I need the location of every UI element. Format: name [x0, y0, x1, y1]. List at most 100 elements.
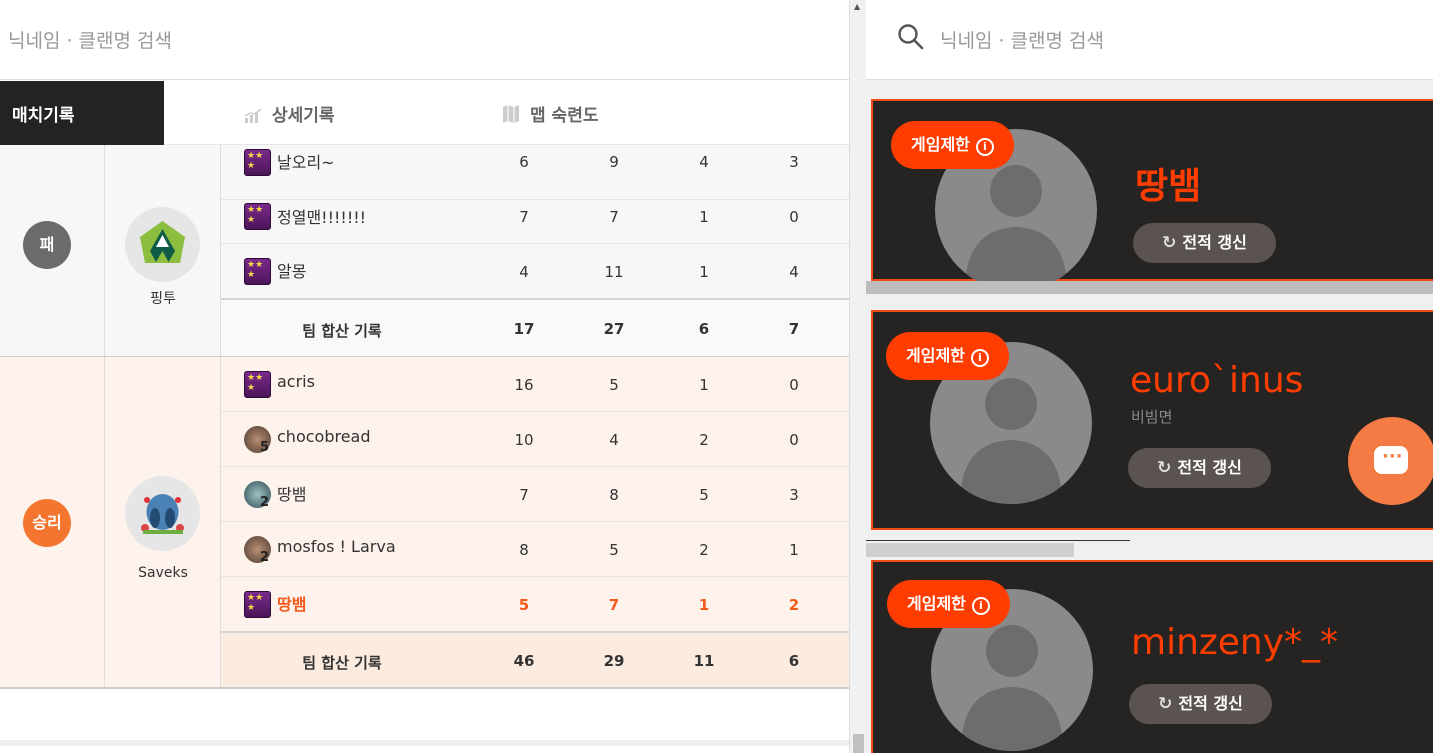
stat-extra: 0 — [789, 208, 799, 226]
player-name[interactable]: chocobread — [277, 427, 371, 446]
player-row-self[interactable]: 땅뱀 5 7 1 2 — [221, 577, 849, 632]
total-extra: 6 — [788, 652, 800, 670]
player-row[interactable]: 2 mosfos ! Larva 8 5 2 1 — [221, 522, 849, 577]
clan-emblem[interactable] — [125, 476, 200, 551]
stat-death: 7 — [608, 596, 620, 614]
purple-rank-icon — [244, 149, 271, 176]
stat-extra: 2 — [788, 596, 800, 614]
player-name[interactable]: 알몽 — [277, 258, 306, 282]
stat-kill: 8 — [519, 541, 529, 559]
scrollbar-thumb[interactable] — [866, 281, 1433, 294]
total-assist: 6 — [698, 320, 710, 338]
map-icon — [503, 105, 519, 123]
info-icon[interactable]: i — [971, 597, 990, 615]
info-icon[interactable]: i — [975, 138, 994, 156]
refresh-record-button[interactable]: ↻ 전적 갱신 — [1129, 684, 1272, 724]
tab-map-mastery[interactable]: 맵 숙련도 — [502, 81, 598, 145]
search-input[interactable]: 닉네임 · 클랜명 검색 — [8, 26, 172, 53]
stat-death: 5 — [609, 541, 619, 559]
search-input[interactable]: 닉네임 · 클랜명 검색 — [940, 26, 1104, 53]
stat-assist: 1 — [699, 376, 709, 394]
stat-kill: 4 — [519, 263, 529, 281]
horizontal-scrollbar[interactable] — [866, 543, 1433, 557]
stat-assist: 2 — [699, 541, 709, 559]
scroll-up-icon[interactable]: ▲ — [854, 2, 860, 11]
player-name[interactable]: 땅뱀 — [277, 591, 306, 615]
stat-assist: 5 — [699, 486, 709, 504]
stat-extra: 1 — [789, 541, 799, 559]
divider — [0, 740, 849, 746]
stat-kill: 5 — [518, 596, 530, 614]
player-name: 땅뱀 — [1135, 166, 1202, 207]
stat-assist: 1 — [699, 208, 709, 226]
teal-rank-icon: 2 — [244, 481, 271, 510]
refresh-label: 전적 갱신 — [1178, 694, 1243, 713]
stat-assist: 4 — [699, 153, 709, 171]
player-row[interactable]: 알몽 4 11 1 4 — [221, 244, 849, 299]
stat-extra: 3 — [789, 486, 799, 504]
player-card: 게임제한 i 땅뱀 ↻ 전적 갱신 — [871, 99, 1433, 291]
tab-bar: 매치기록 상세기록 맵 숙련도 — [0, 81, 849, 145]
search-bar[interactable]: 닉네임 · 클랜명 검색 — [866, 0, 1433, 80]
player-row[interactable]: acris 16 5 1 0 — [221, 357, 849, 412]
player-name[interactable]: 날오리~ — [277, 149, 335, 173]
lose-badge: 패 — [23, 221, 71, 269]
player-row[interactable]: 5 chocobread 10 4 2 0 — [221, 412, 849, 467]
player-rows: acris 16 5 1 0 5 chocobread 10 4 2 0 2 땅… — [221, 357, 849, 687]
brown-rank-icon: 5 — [244, 426, 271, 455]
total-kill: 46 — [513, 652, 535, 670]
player-name[interactable]: 정열맨!!!!!!! — [277, 204, 366, 228]
clan-emblem[interactable] — [125, 207, 200, 282]
scrollbar-thumb[interactable] — [866, 543, 1074, 557]
chat-icon — [1374, 446, 1408, 474]
tab-detail-record[interactable]: 상세기록 — [244, 81, 335, 145]
stat-death: 4 — [609, 431, 619, 449]
refresh-record-button[interactable]: ↻ 전적 갱신 — [1133, 223, 1276, 263]
team-lose: 패 핑투 날오리~ 6 9 4 3 정열맨!!!!! — [0, 145, 849, 357]
refresh-record-button[interactable]: ↻ 전적 갱신 — [1128, 448, 1271, 488]
player-clan: 비빔면 — [1131, 408, 1173, 426]
refresh-icon: ↻ — [1158, 694, 1173, 714]
total-extra: 7 — [788, 320, 800, 338]
horizontal-scrollbar[interactable] — [866, 281, 1433, 294]
refresh-label: 전적 갱신 — [1182, 233, 1247, 252]
chat-button[interactable] — [1348, 417, 1433, 505]
clan-name[interactable]: Saveks — [105, 565, 221, 581]
player-row[interactable]: 2 땅뱀 7 8 5 3 — [221, 467, 849, 522]
player-rows: 날오리~ 6 9 4 3 정열맨!!!!!!! 7 7 1 0 알몽 — [221, 145, 849, 356]
stat-kill: 7 — [519, 208, 529, 226]
game-restriction-badge[interactable]: 게임제한 i — [887, 580, 1010, 628]
stat-assist: 1 — [699, 263, 709, 281]
player-name[interactable]: mosfos ! Larva — [277, 537, 396, 556]
clan-name[interactable]: 핑투 — [105, 288, 221, 308]
stat-death: 8 — [609, 486, 619, 504]
search-bar[interactable]: 닉네임 · 클랜명 검색 — [0, 0, 849, 80]
bar-chart-icon — [244, 108, 262, 123]
result-column: 패 — [0, 145, 105, 356]
total-kill: 17 — [513, 320, 535, 338]
clan-column: Saveks — [105, 357, 221, 687]
restriction-label: 게임제한 — [911, 135, 970, 154]
match-detail-pane: 닉네임 · 클랜명 검색 매치기록 상세기록 맵 숙련도 패 핑투 ★★ ★ 날… — [0, 0, 849, 753]
player-name[interactable]: acris — [277, 372, 315, 391]
clan-column: 핑투 — [105, 145, 221, 356]
purple-rank-icon — [244, 203, 271, 230]
stat-extra: 4 — [789, 263, 799, 281]
scrollbar-thumb[interactable] — [853, 734, 864, 753]
player-row[interactable]: 정열맨!!!!!!! 7 7 1 0 — [221, 189, 849, 244]
tab-match-record[interactable]: 매치기록 — [0, 81, 164, 145]
vertical-scrollbar[interactable]: ▲ — [849, 0, 866, 753]
search-icon[interactable] — [897, 23, 925, 51]
stat-extra: 0 — [789, 376, 799, 394]
stat-kill: 6 — [519, 153, 529, 171]
player-cards-pane: 닉네임 · 클랜명 검색 게임제한 i 땅뱀 ↻ 전적 갱신 게임제한 i euro`… — [866, 0, 1433, 753]
game-restriction-badge[interactable]: 게임제한 i — [886, 332, 1009, 380]
game-restriction-badge[interactable]: 게임제한 i — [891, 121, 1014, 169]
info-icon[interactable]: i — [970, 349, 989, 367]
tab-detail-label: 상세기록 — [272, 106, 335, 126]
stat-death: 11 — [604, 263, 624, 281]
refresh-label: 전적 갱신 — [1177, 458, 1242, 477]
stat-death: 5 — [609, 376, 619, 394]
player-name[interactable]: 땅뱀 — [277, 481, 306, 505]
stat-kill: 10 — [514, 431, 534, 449]
